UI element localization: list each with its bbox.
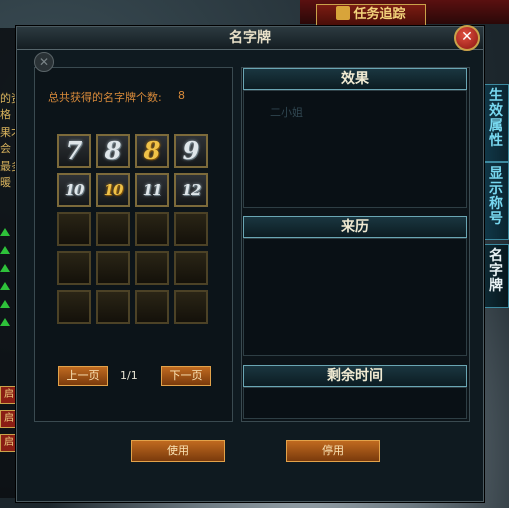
name-plate-slot[interactable]: 7 — [57, 134, 91, 168]
empty-plate-slot[interactable] — [135, 212, 169, 246]
close-icon[interactable]: ✕ — [454, 25, 480, 51]
empty-plate-slot[interactable] — [174, 251, 208, 285]
remaining-time-content — [243, 387, 467, 419]
up-arrow-icon — [0, 282, 10, 290]
prev-page-button[interactable]: 上一页 — [58, 366, 108, 386]
origin-content — [243, 238, 467, 356]
name-plate-slot[interactable]: 9 — [174, 134, 208, 168]
empty-plate-slot[interactable] — [96, 290, 130, 324]
empty-plate-slot[interactable] — [174, 290, 208, 324]
scroll-icon — [336, 6, 351, 20]
name-plate-slot[interactable]: 8 — [135, 134, 169, 168]
name-plate-slot[interactable]: 10 — [96, 173, 130, 207]
up-arrow-icon — [0, 264, 10, 272]
name-plate-slot[interactable]: 12 — [174, 173, 208, 207]
plate-number-text: 8 — [143, 136, 161, 165]
up-arrow-icon — [0, 246, 10, 254]
plate-count-label: 总共获得的名字牌个数: — [48, 91, 162, 104]
name-plate-slot[interactable]: 10 — [57, 173, 91, 207]
plate-number-text: 9 — [182, 136, 200, 165]
page-indicator: 1/1 — [120, 369, 138, 382]
empty-plate-slot[interactable] — [135, 290, 169, 324]
empty-plate-slot[interactable] — [57, 290, 91, 324]
faint-background-text: 二小姐 — [270, 106, 303, 119]
quest-tracking-label: 任务追踪 — [353, 7, 406, 22]
up-arrow-icon — [0, 318, 10, 326]
effect-header: 效果 — [243, 68, 467, 90]
empty-plate-slot[interactable] — [174, 212, 208, 246]
use-button[interactable]: 使用 — [131, 440, 225, 462]
plate-count-value: 8 — [178, 89, 185, 102]
plate-number-text: 8 — [104, 136, 122, 165]
remaining-time-header: 剩余时间 — [243, 365, 467, 387]
plate-number-text: 11 — [142, 181, 163, 199]
stop-using-button[interactable]: 停用 — [286, 440, 380, 462]
empty-plate-slot[interactable] — [135, 251, 169, 285]
plate-number-text: 12 — [181, 181, 202, 199]
plate-number-text: 10 — [103, 181, 124, 199]
window-title: 名字牌 — [17, 27, 483, 50]
tab-display-title[interactable]: 显示称号 — [483, 162, 509, 240]
up-arrow-icon — [0, 300, 10, 308]
name-plate-slot[interactable]: 11 — [135, 173, 169, 207]
tab-effective-attributes[interactable]: 生效属性 — [483, 84, 509, 162]
tab-name-plate[interactable]: 名字牌 — [483, 244, 509, 308]
empty-plate-slot[interactable] — [57, 212, 91, 246]
plate-number-text: 10 — [64, 181, 85, 199]
quest-tracking-button[interactable]: 任务追踪 — [316, 4, 426, 26]
up-arrow-icon — [0, 228, 10, 236]
origin-header: 来历 — [243, 216, 467, 238]
name-plate-slot[interactable]: 8 — [96, 134, 130, 168]
empty-plate-slot[interactable] — [96, 212, 130, 246]
empty-plate-slot[interactable] — [57, 251, 91, 285]
empty-plate-slot[interactable] — [96, 251, 130, 285]
side-tab-bar: 生效属性 显示称号 名字牌 — [481, 78, 509, 368]
next-page-button[interactable]: 下一页 — [161, 366, 211, 386]
plate-number-text: 7 — [65, 136, 83, 165]
background-close-icon: ✕ — [34, 52, 54, 72]
